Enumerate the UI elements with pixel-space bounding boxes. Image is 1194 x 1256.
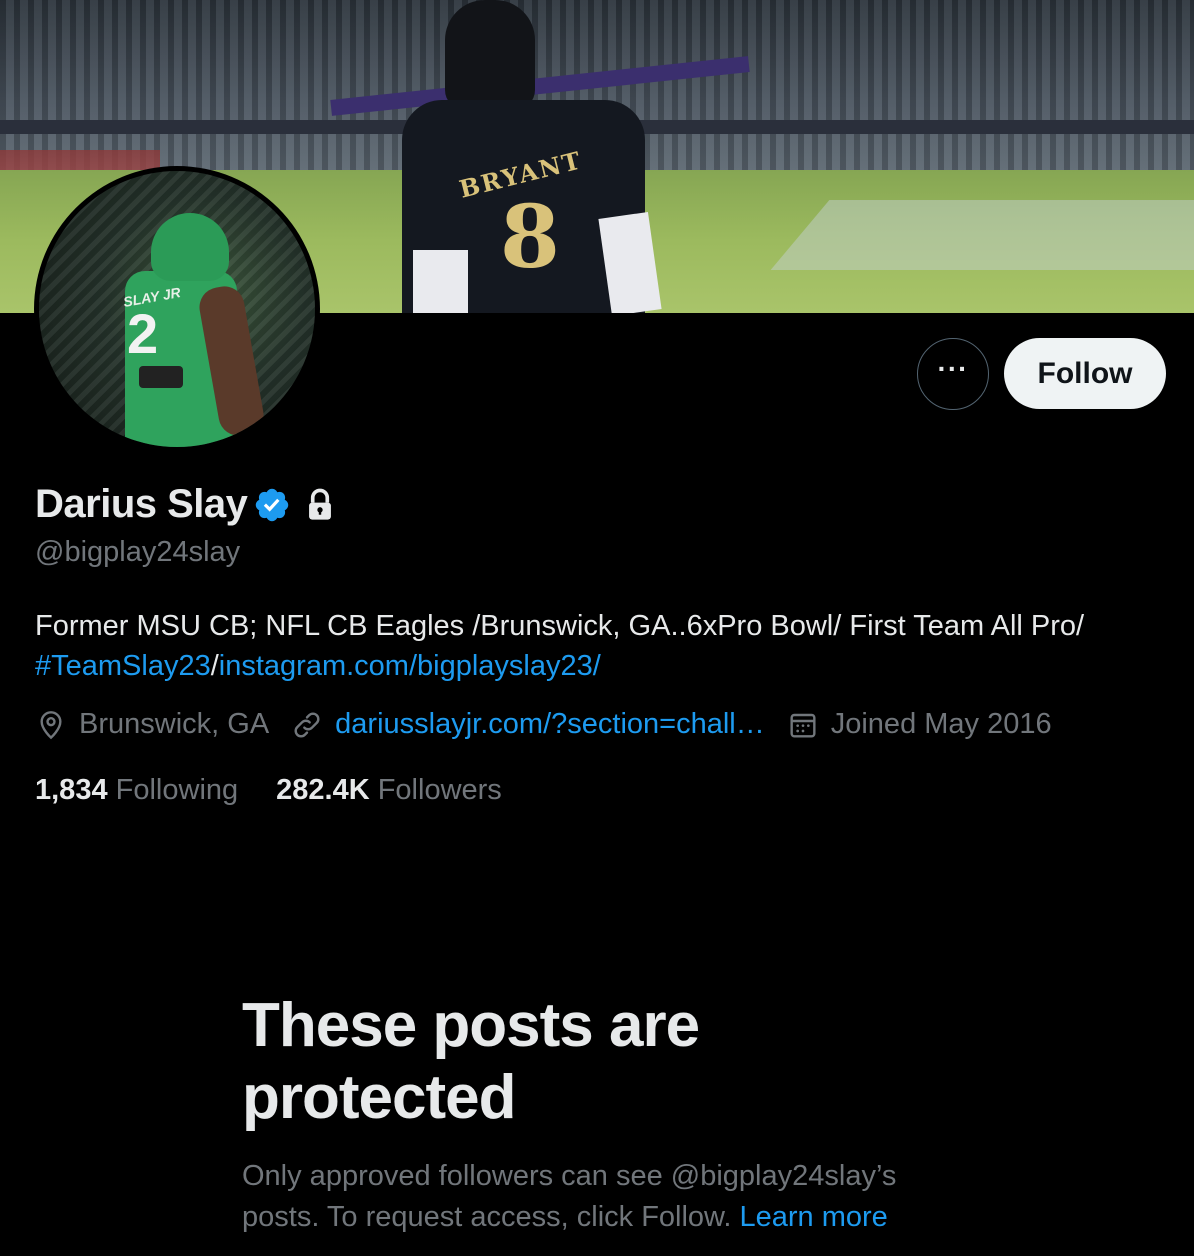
joined-text: Joined May 2016 — [830, 708, 1052, 740]
avatar-player-helmet — [151, 213, 229, 281]
followers-count: 282.4K — [276, 774, 370, 806]
protected-title: These posts are protected — [242, 991, 700, 1132]
avatar-strap — [139, 366, 183, 388]
profile-stats: 1,834 Following 282.4K Followers — [35, 774, 540, 807]
banner-jersey-number: 8 — [500, 187, 560, 288]
protected-notice: These posts are protected Only approved … — [242, 990, 962, 1238]
banner-person-arm-left — [413, 250, 468, 313]
profile-avatar[interactable]: SLAY JR 2 — [34, 166, 320, 452]
location-pin-icon — [40, 710, 62, 739]
location-item: Brunswick, GA — [35, 708, 269, 741]
joined-item: Joined May 2016 — [787, 708, 1052, 741]
banner-person-hood — [445, 0, 535, 110]
more-options-button[interactable]: ··· — [917, 338, 989, 410]
following-label: Following — [115, 774, 239, 806]
followers-label: Followers — [377, 774, 502, 806]
website-link[interactable]: dariusslayjr.com/?section=chall… — [335, 708, 765, 741]
bio-text: Former MSU CB; NFL CB Eagles /Brunswick,… — [35, 610, 1085, 642]
avatar-photo: SLAY JR 2 — [39, 171, 315, 447]
banner-sideline — [770, 200, 1194, 270]
following-link[interactable]: 1,834 Following — [35, 774, 238, 807]
website-item: dariusslayjr.com/?section=chall… — [291, 708, 765, 741]
handle: @bigplay24slay — [35, 536, 241, 568]
bio: Former MSU CB; NFL CB Eagles /Brunswick,… — [35, 606, 1165, 686]
bio-instagram-link[interactable]: instagram.com/bigplayslay23/ — [219, 650, 601, 682]
following-count: 1,834 — [35, 774, 108, 806]
profile-meta: Brunswick, GA dariusslayjr.com/?section=… — [35, 708, 1074, 741]
protected-message: Only approved followers can see @bigplay… — [242, 1156, 962, 1238]
display-name: Darius Slay — [35, 482, 248, 526]
lock-icon — [305, 488, 335, 522]
link-icon — [294, 712, 320, 737]
followers-link[interactable]: 282.4K Followers — [276, 774, 502, 807]
verified-badge-icon[interactable] — [253, 486, 291, 524]
bio-separator: / — [210, 650, 219, 682]
follow-button[interactable]: Follow — [1004, 338, 1166, 409]
more-icon: ··· — [937, 353, 969, 384]
avatar-jersey-number: 2 — [127, 302, 159, 365]
calendar-icon — [790, 713, 816, 738]
location-text: Brunswick, GA — [79, 708, 270, 740]
learn-more-link[interactable]: Learn more — [740, 1201, 888, 1233]
bio-hashtag-link[interactable]: #TeamSlay23 — [35, 650, 211, 682]
profile-name-row: Darius Slay — [35, 482, 335, 527]
